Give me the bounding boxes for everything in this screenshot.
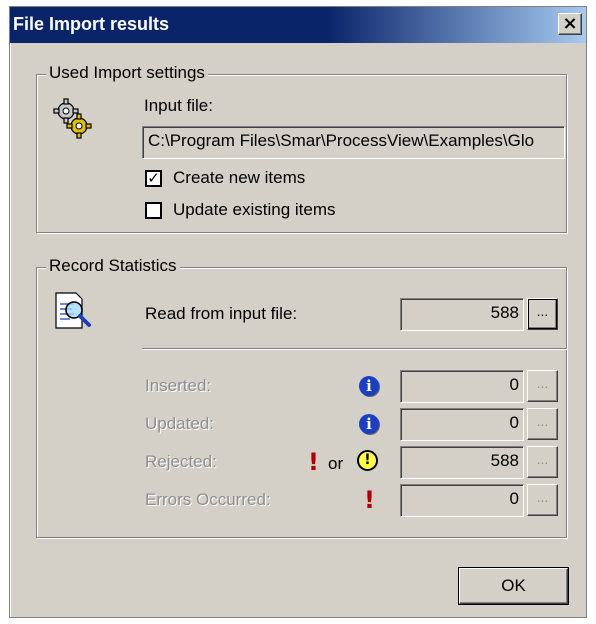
error-icon: ! — [308, 448, 319, 476]
input-file-field[interactable]: C:\Program Files\Smar\ProcessView\Exampl… — [142, 126, 565, 159]
record-statistics-group: Record Statistics Read from input file: … — [36, 256, 567, 538]
updated-details-button[interactable]: ... — [527, 408, 558, 440]
title-bar: File Import results × — [10, 7, 586, 43]
inserted-count-field: 0 — [400, 370, 524, 403]
info-icon: i — [359, 376, 379, 396]
errors-details-button[interactable]: ... — [527, 484, 558, 516]
errors-occurred-label: Errors Occurred: — [145, 490, 271, 509]
import-settings-group: Used Import settings Input file: C:\Prog… — [36, 63, 567, 233]
window-title: File Import results — [13, 14, 170, 34]
close-button[interactable]: × — [558, 13, 582, 35]
read-details-button[interactable]: ... — [527, 298, 558, 330]
info-icon: i — [359, 414, 379, 434]
separator — [142, 348, 567, 350]
errors-count-field: 0 — [400, 484, 524, 517]
inserted-details-button[interactable]: ... — [527, 370, 558, 402]
gears-icon — [53, 98, 92, 139]
rejected-count-field: 588 — [400, 446, 524, 479]
update-existing-items-label: Update existing items — [173, 200, 336, 219]
rejected-details-button[interactable]: ... — [527, 446, 558, 478]
read-count-field: 588 — [400, 298, 524, 331]
updated-count-field: 0 — [400, 408, 524, 441]
update-existing-items-checkbox[interactable] — [145, 202, 162, 219]
file-import-results-dialog: File Import results × Used Import settin… — [9, 6, 587, 618]
document-magnifier-icon — [55, 292, 91, 329]
or-label: or — [328, 454, 344, 473]
input-file-label: Input file: — [144, 96, 213, 115]
inserted-label: Inserted: — [145, 376, 212, 395]
create-new-items-label: Create new items — [173, 168, 306, 187]
updated-label: Updated: — [145, 414, 214, 433]
checkmark-icon: ✓ — [147, 169, 160, 187]
create-new-items-checkbox[interactable]: ✓ — [145, 170, 162, 187]
record-statistics-legend: Record Statistics — [46, 256, 180, 276]
read-from-input-file-label: Read from input file: — [145, 304, 298, 323]
warning-icon: ! — [357, 450, 378, 471]
error-icon: ! — [364, 486, 375, 514]
rejected-label: Rejected: — [145, 452, 217, 471]
ok-button[interactable]: OK — [459, 568, 568, 604]
import-settings-legend: Used Import settings — [46, 63, 208, 83]
